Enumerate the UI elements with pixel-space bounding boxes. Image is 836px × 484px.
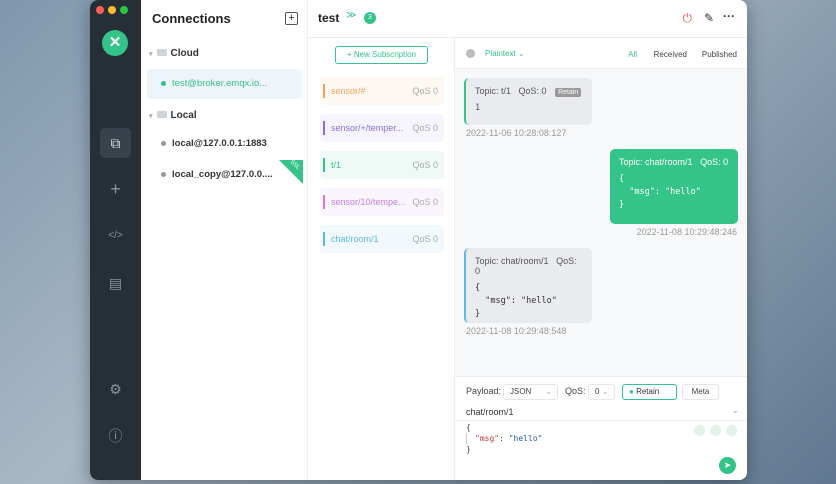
- subscription-topic: sensor/10/tempe...: [331, 197, 406, 207]
- app-window: ✕ ⧉ + </> ▤ ⚙ ⓘ Connections + ▾ Cloud tes…: [90, 0, 747, 480]
- connection-item[interactable]: local@127.0.0.1:1883: [147, 129, 302, 159]
- new-subscription-button[interactable]: + New Subscription: [335, 46, 428, 64]
- help-icon[interactable]: ⓘ: [100, 421, 131, 451]
- edit-icon[interactable]: ✎: [704, 11, 714, 25]
- message-published: Topic: chat/room/1 QoS: 0 { "msg": "hell…: [610, 149, 738, 224]
- messages-panel: Plaintext ⌄ All Received Published Topic…: [455, 38, 747, 480]
- retain-toggle[interactable]: ● Retain: [622, 384, 677, 400]
- close-window-button[interactable]: [96, 6, 104, 14]
- subscription-topic: sensor/#: [331, 86, 366, 96]
- subscription-item[interactable]: sensor/# QoS 0: [320, 77, 444, 105]
- message-received: Topic: chat/room/1 QoS: 0 { "msg": "hell…: [464, 248, 592, 323]
- meta-button[interactable]: Meta: [682, 384, 719, 400]
- messages-toolbar: Plaintext ⌄ All Received Published: [455, 38, 747, 69]
- next-icon[interactable]: [726, 425, 737, 436]
- payload-editor[interactable]: { "msg": "hello" }: [466, 422, 542, 455]
- payload-label: Payload:: [466, 386, 502, 396]
- message-time: 2022-11-08 10:29:48:548: [466, 326, 567, 336]
- new-connection-icon[interactable]: +: [100, 174, 131, 204]
- folder-icon: [156, 111, 167, 118]
- message-time: 2022-11-08 10:29:48:246: [636, 227, 737, 237]
- group-local[interactable]: ▾ Local: [149, 110, 197, 121]
- connections-title: Connections: [152, 11, 231, 26]
- subscription-item[interactable]: chat/room/1 QoS 0: [320, 225, 444, 253]
- subscription-qos: QoS 0: [412, 123, 438, 133]
- subscription-topic: t/1: [331, 160, 342, 170]
- ssl-badge: SSL: [279, 159, 303, 184]
- more-icon[interactable]: ···: [723, 9, 735, 23]
- qos-select[interactable]: 0 ⌄: [588, 384, 615, 400]
- filter-published[interactable]: Published: [702, 50, 737, 59]
- message-time: 2022-11-06 10:28:08:127: [466, 128, 567, 138]
- subscription-item[interactable]: sensor/+/temper... QoS 0: [320, 114, 444, 142]
- app-logo: ✕: [102, 30, 128, 56]
- connections-panel: Connections + ▾ Cloud test@broker.emqx.io…: [141, 0, 308, 480]
- chevron-down-icon[interactable]: ⌄: [731, 405, 739, 416]
- connection-title: test: [318, 11, 340, 25]
- send-button[interactable]: ➤: [719, 457, 736, 474]
- filter-all[interactable]: All: [628, 50, 637, 59]
- qos-label: QoS:: [565, 386, 586, 396]
- new-group-button[interactable]: +: [285, 12, 298, 25]
- subscription-qos: QoS 0: [412, 197, 438, 207]
- clear-icon[interactable]: [466, 49, 475, 58]
- payload-type-select[interactable]: JSON ⌄: [503, 384, 558, 400]
- retain-badge: Retain: [555, 88, 582, 97]
- disconnect-icon[interactable]: ⏻: [683, 11, 693, 26]
- subscription-item[interactable]: t/1 QoS 0: [320, 151, 444, 179]
- prev-icon[interactable]: [694, 425, 705, 436]
- subscription-qos: QoS 0: [412, 160, 438, 170]
- reset-icon[interactable]: [710, 425, 721, 436]
- filter-received[interactable]: Received: [654, 50, 687, 59]
- subscription-qos: QoS 0: [412, 234, 438, 244]
- subscription-qos: QoS 0: [412, 86, 438, 96]
- subscription-topic: chat/room/1: [331, 234, 379, 244]
- sidebar: ✕ ⧉ + </> ▤ ⚙ ⓘ: [90, 0, 141, 480]
- minimize-window-button[interactable]: [108, 6, 116, 14]
- topic-input[interactable]: chat/room/1: [466, 407, 514, 417]
- connections-icon[interactable]: ⧉: [100, 128, 131, 158]
- publish-panel: Payload: JSON ⌄ QoS: 0 ⌄ ● Retain Meta ch…: [455, 376, 747, 480]
- maximize-window-button[interactable]: [120, 6, 128, 14]
- log-icon[interactable]: ▤: [100, 268, 131, 298]
- connection-header: test ≫ 3 ⏻ ✎ ···: [308, 0, 747, 38]
- collapse-icon[interactable]: ≫: [346, 10, 356, 21]
- format-select[interactable]: Plaintext ⌄: [485, 49, 525, 58]
- message-received: Topic: t/1 QoS: 0 Retain 1: [464, 78, 592, 125]
- script-icon[interactable]: </>: [100, 221, 131, 251]
- subscriptions-panel: + New Subscription sensor/# QoS 0 sensor/+…: [308, 38, 455, 480]
- group-cloud[interactable]: ▾ Cloud: [149, 48, 199, 59]
- subscription-topic: sensor/+/temper...: [331, 123, 404, 133]
- folder-icon: [156, 49, 167, 56]
- subscription-item[interactable]: sensor/10/tempe... QoS 0: [320, 188, 444, 216]
- settings-icon[interactable]: ⚙: [100, 374, 131, 404]
- connection-item[interactable]: test@broker.emqx.io...: [147, 69, 302, 99]
- subscription-count-badge: 3: [364, 12, 376, 24]
